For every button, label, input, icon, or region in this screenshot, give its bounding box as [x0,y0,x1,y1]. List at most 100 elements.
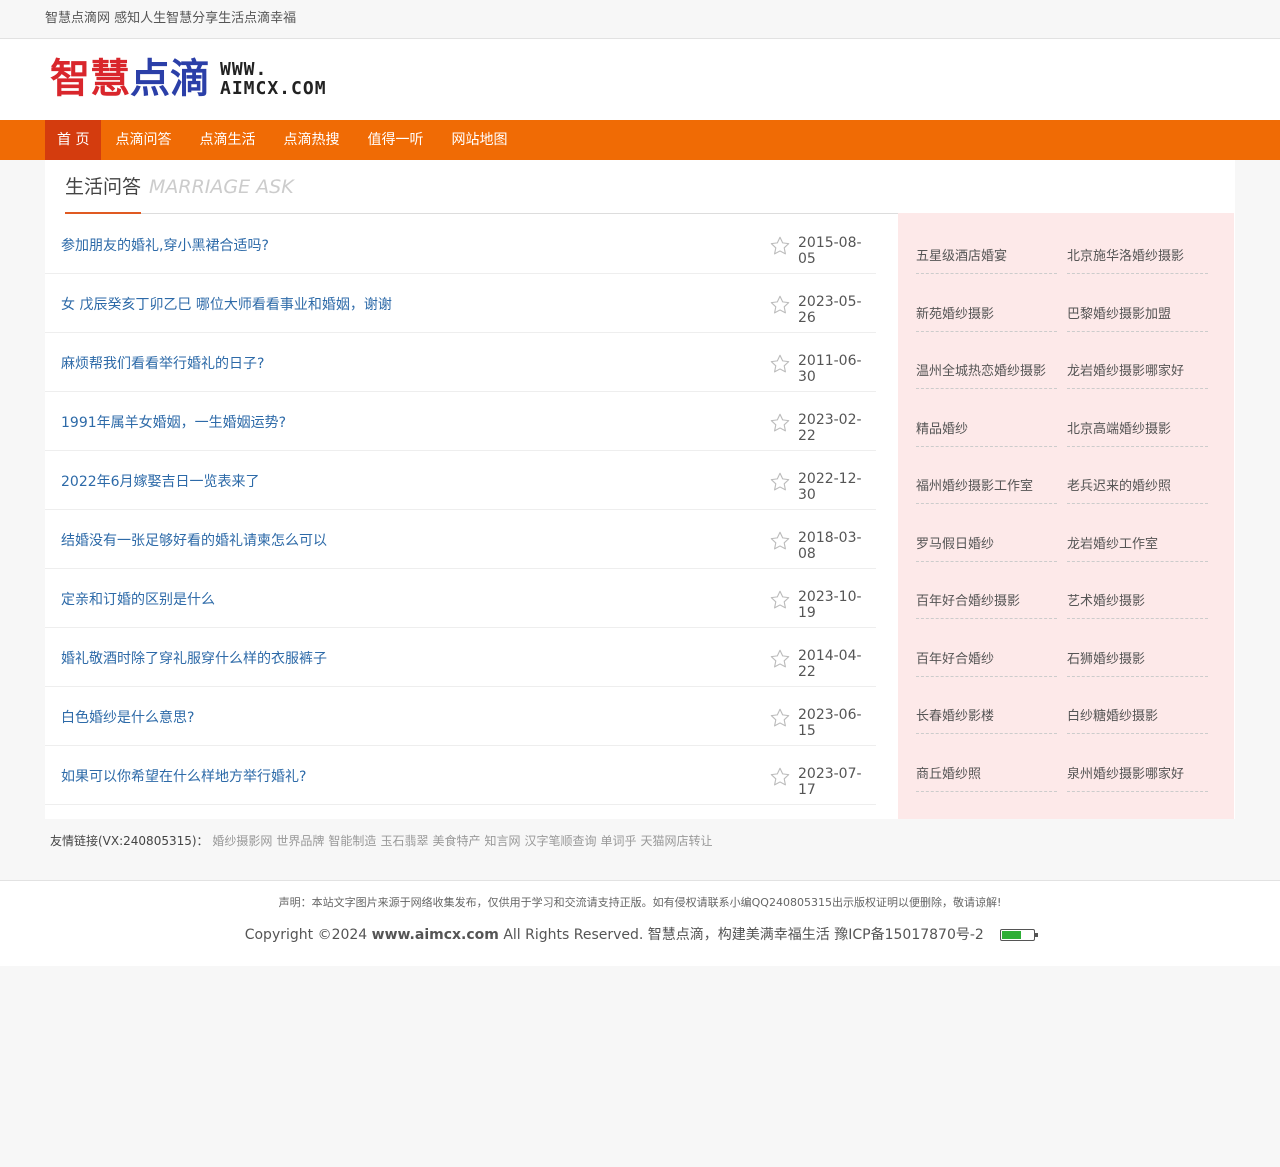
tag-item[interactable]: 龙岩婚纱工作室 [1067,521,1208,579]
article-date: 2011-06-30 [798,353,862,385]
friend-link[interactable]: 汉字笔顺查询 [524,834,596,848]
article-title-link[interactable]: 参加朋友的婚礼,穿小黑裙合适吗? [61,235,269,255]
star-icon[interactable] [769,648,791,670]
star-icon[interactable] [769,589,791,611]
nav-item[interactable]: 点滴热搜 [269,120,353,160]
star-icon[interactable] [769,471,791,493]
header: 智慧点滴 WWW. AIMCX.COM [0,39,1280,120]
footer-domain[interactable]: www.aimcx.com [372,927,499,943]
tag-item[interactable]: 泉州婚纱摄影哪家好 [1067,751,1208,809]
tag-label: 巴黎婚纱摄影加盟 [1067,303,1208,332]
article-date: 2014-04-22 [798,648,862,680]
article-row: 参加朋友的婚礼,穿小黑裙合适吗? 2015-08-05 [45,215,876,274]
tag-item[interactable]: 艺术婚纱摄影 [1067,578,1208,636]
article-date: 2023-02-22 [798,412,862,444]
tag-label: 温州全城热恋婚纱摄影 [916,360,1057,389]
article-row: 女 戊辰癸亥丁卯乙巳 哪位大师看看事业和婚姻，谢谢 2023-05-26 [45,274,876,333]
site-logo[interactable]: 智慧点滴 WWW. AIMCX.COM [50,59,327,99]
article-title-link[interactable]: 婚礼敬酒时除了穿礼服穿什么样的衣服裤子 [61,648,327,668]
tag-item[interactable]: 巴黎婚纱摄影加盟 [1067,291,1208,349]
section-title: 生活问答 [65,174,142,214]
article-title-link[interactable]: 如果可以你希望在什么样地方举行婚礼? [61,766,306,786]
star-icon[interactable] [769,235,791,257]
friend-link[interactable]: 美食特产 [432,834,480,848]
friend-link[interactable]: 世界品牌 [276,834,324,848]
tag-label: 百年好合婚纱摄影 [916,590,1057,619]
tag-item[interactable]: 百年好合婚纱摄影 [916,578,1057,636]
friend-link[interactable]: 玉石翡翠 [380,834,428,848]
tag-item[interactable]: 北京高端婚纱摄影 [1067,406,1208,464]
star-icon[interactable] [769,412,791,434]
article-title-link[interactable]: 女 戊辰癸亥丁卯乙巳 哪位大师看看事业和婚姻，谢谢 [61,294,392,314]
article-date: 2023-10-19 [798,589,862,621]
star-icon[interactable] [769,353,791,375]
tag-item[interactable]: 白纱糖婚纱摄影 [1067,693,1208,751]
tag-item[interactable]: 罗马假日婚纱 [916,521,1057,579]
section-header: 生活问答 MARRIAGE ASK [65,160,1213,214]
article-date: 2023-05-26 [798,294,862,326]
article-title-link[interactable]: 2022年6月嫁娶吉日一览表来了 [61,471,260,491]
article-title-link[interactable]: 定亲和订婚的区别是什么 [61,589,215,609]
star-icon[interactable] [769,530,791,552]
tag-item[interactable]: 商丘婚纱照 [916,751,1057,809]
article-row: 结婚没有一张足够好看的婚礼请柬怎么可以 2018-03-08 [45,510,876,569]
tag-label: 罗马假日婚纱 [916,533,1057,562]
section-subtitle: MARRIAGE ASK [149,176,294,198]
tag-item[interactable]: 百年好合婚纱 [916,636,1057,694]
star-icon[interactable] [769,766,791,788]
tag-label: 泉州婚纱摄影哪家好 [1067,763,1208,792]
article-title-link[interactable]: 1991年属羊女婚姻，一生婚姻运势? [61,412,286,432]
article-row: 1991年属羊女婚姻，一生婚姻运势? 2023-02-22 [45,392,876,451]
friend-link[interactable]: 单词乎 [601,834,637,848]
friend-link[interactable]: 婚纱摄影网 [212,834,272,848]
friend-link[interactable]: 知言网 [484,834,520,848]
article-title-link[interactable]: 白色婚纱是什么意思? [61,707,194,727]
tag-item[interactable]: 长春婚纱影楼 [916,693,1057,751]
nav-item[interactable]: 点滴问答 [101,120,185,160]
nav-item[interactable]: 网站地图 [437,120,521,160]
main-nav: 首 页点滴问答 点滴生活 点滴热搜 值得一听 网站地图 [0,120,1280,160]
footer-notice: 声明：本站文字图片来源于网络收集发布，仅供用于学习和交流请支持正版。如有侵权请联… [278,896,1002,909]
tag-item[interactable]: 温州全城热恋婚纱摄影 [916,348,1057,406]
article-date: 2015-08-05 [798,235,862,267]
tag-label: 新苑婚纱摄影 [916,303,1057,332]
article-date: 2023-06-15 [798,707,862,739]
tag-item[interactable]: 精品婚纱 [916,406,1057,464]
footer: 声明：本站文字图片来源于网络收集发布，仅供用于学习和交流请支持正版。如有侵权请联… [0,880,1280,966]
tag-label: 石狮婚纱摄影 [1067,648,1208,677]
friend-links-label: 友情链接(VX:240805315)： [50,834,209,848]
nav-item[interactable]: 点滴生活 [185,120,269,160]
article-date: 2018-03-08 [798,530,862,562]
nav-item[interactable]: 首 页 [45,120,102,160]
tag-label: 福州婚纱摄影工作室 [916,475,1057,504]
tag-label: 长春婚纱影楼 [916,705,1057,734]
article-title-link[interactable]: 结婚没有一张足够好看的婚礼请柬怎么可以 [61,530,327,550]
tag-item[interactable]: 老兵迟来的婚纱照 [1067,463,1208,521]
tag-label: 商丘婚纱照 [916,763,1057,792]
tag-label: 百年好合婚纱 [916,648,1057,677]
star-icon[interactable] [769,707,791,729]
top-bar: 智慧点滴网 感知人生智慧分享生活点滴幸福 [0,0,1280,39]
tag-item[interactable]: 五星级酒店婚宴 [916,233,1057,291]
site-slogan: 智慧点滴网 感知人生智慧分享生活点滴幸福 [45,11,297,26]
logo-domain: WWW. AIMCX.COM [220,59,327,99]
main-content: 生活问答 MARRIAGE ASK 参加朋友的婚礼,穿小黑裙合适吗? 2015-0… [45,160,1235,819]
tag-label: 精品婚纱 [916,418,1057,447]
friend-link[interactable]: 智能制造 [328,834,376,848]
tag-sidebar: 五星级酒店婚宴 北京施华洛婚纱摄影 新苑婚纱摄影 巴黎婚纱摄影加盟 温州全城热恋婚纱摄影… [898,213,1234,819]
logo-chinese: 智慧点滴 [50,56,210,102]
tag-item[interactable]: 新苑婚纱摄影 [916,291,1057,349]
tag-label: 老兵迟来的婚纱照 [1067,475,1208,504]
article-title-link[interactable]: 麻烦帮我们看看举行婚礼的日子? [61,353,264,373]
friend-link[interactable]: 天猫网店转让 [641,834,713,848]
tag-label: 艺术婚纱摄影 [1067,590,1208,619]
tag-item[interactable]: 龙岩婚纱摄影哪家好 [1067,348,1208,406]
article-list: 参加朋友的婚礼,穿小黑裙合适吗? 2015-08-05 女 戊辰癸亥丁卯乙巳 哪位大… [45,215,876,805]
tag-label: 北京施华洛婚纱摄影 [1067,245,1208,274]
tag-item[interactable]: 北京施华洛婚纱摄影 [1067,233,1208,291]
article-row: 2022年6月嫁娶吉日一览表来了 2022-12-30 [45,451,876,510]
tag-item[interactable]: 石狮婚纱摄影 [1067,636,1208,694]
tag-item[interactable]: 福州婚纱摄影工作室 [916,463,1057,521]
star-icon[interactable] [769,294,791,316]
nav-item[interactable]: 值得一听 [353,120,437,160]
